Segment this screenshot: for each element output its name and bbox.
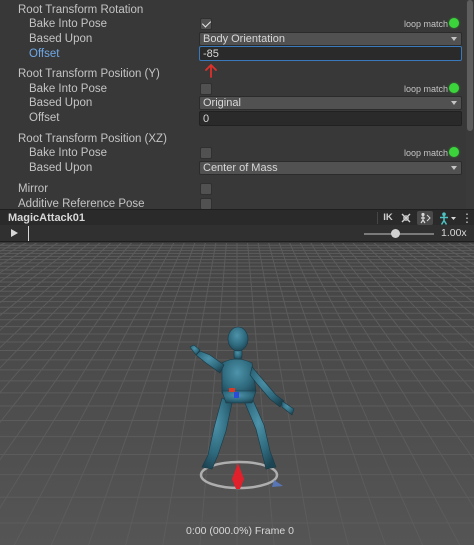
position-xz-bake-checkbox[interactable] <box>200 147 212 159</box>
rotation-bake-checkbox[interactable] <box>200 18 212 30</box>
timeline-bar: 1.00x <box>0 225 474 242</box>
mirror-label: Mirror <box>18 183 49 195</box>
position-xz-based-upon-value: Center of Mass <box>203 162 278 174</box>
frame-readout: 0:00 (000.0%) Frame 0 <box>186 525 294 537</box>
position-y-loop-match-label: loop match <box>404 84 449 94</box>
rotation-based-upon-label: Based Upon <box>29 33 93 45</box>
speed-slider-knob[interactable] <box>391 229 400 238</box>
rotation-loop-match-label: loop match <box>404 19 449 29</box>
position-y-based-upon-label: Based Upon <box>29 97 93 109</box>
position-y-bake-label: Bake Into Pose <box>29 83 107 95</box>
red-up-arrow-icon <box>205 64 217 78</box>
header-divider <box>377 212 378 224</box>
avatar-select-icon[interactable] <box>436 211 458 225</box>
rotation-offset-label: Offset <box>29 48 60 60</box>
chevron-down-icon <box>451 101 457 105</box>
rotation-bake-label: Bake Into Pose <box>29 18 107 30</box>
position-xz-loop-match-indicator <box>449 147 459 157</box>
rotation-based-upon-dropdown[interactable]: Body Orientation <box>199 32 462 46</box>
inspector-scrollbar[interactable] <box>466 0 474 209</box>
pelvis-z-marker <box>234 392 239 398</box>
pelvis-x-marker <box>229 388 235 392</box>
mirror-checkbox[interactable] <box>200 183 212 195</box>
inspector-scrollbar-thumb[interactable] <box>467 0 473 131</box>
position-y-based-upon-value: Original <box>203 97 241 109</box>
position-y-offset-label: Offset <box>29 112 60 124</box>
chevron-down-icon <box>451 166 457 170</box>
section-root-position-xz-title: Root Transform Position (XZ) <box>18 133 167 145</box>
scene-render <box>0 243 474 545</box>
rotation-offset-value: -85 <box>203 48 219 60</box>
chevron-down-icon <box>451 37 457 41</box>
rotation-offset-field[interactable]: -85 <box>199 46 462 61</box>
position-xz-bake-label: Bake Into Pose <box>29 147 107 159</box>
additive-reference-pose-checkbox[interactable] <box>200 198 212 209</box>
position-y-offset-field[interactable]: 0 <box>199 111 462 126</box>
position-y-bake-checkbox[interactable] <box>200 83 212 95</box>
rotation-loop-match-indicator <box>449 18 459 28</box>
pivot-icon[interactable] <box>399 211 413 225</box>
timeline-scrubber[interactable] <box>28 226 29 241</box>
position-y-offset-value: 0 <box>203 113 210 125</box>
avatar-icon[interactable] <box>417 211 433 225</box>
menu-icon[interactable]: ⋮ <box>461 211 473 225</box>
preview-viewport[interactable]: 0:00 (000.0%) Frame 0 <box>0 243 474 545</box>
play-icon[interactable] <box>11 229 18 237</box>
position-xz-based-upon-dropdown[interactable]: Center of Mass <box>199 161 462 175</box>
position-y-based-upon-dropdown[interactable]: Original <box>199 96 462 110</box>
section-root-position-y-title: Root Transform Position (Y) <box>18 68 160 80</box>
position-xz-based-upon-label: Based Upon <box>29 162 93 174</box>
clip-name: MagicAttack01 <box>8 212 86 224</box>
inspector-panel: Root Transform Rotation Bake Into Pose l… <box>0 0 474 209</box>
position-xz-loop-match-label: loop match <box>404 148 449 158</box>
preview-header: MagicAttack01 IK ⋮ <box>0 209 474 225</box>
additive-reference-pose-label: Additive Reference Pose <box>18 198 145 209</box>
ik-toggle-icon[interactable]: IK <box>381 211 395 225</box>
section-root-rotation-title: Root Transform Rotation <box>18 4 144 16</box>
position-y-loop-match-indicator <box>449 83 459 93</box>
rotation-based-upon-value: Body Orientation <box>203 33 285 45</box>
speed-value: 1.00x <box>441 227 467 239</box>
